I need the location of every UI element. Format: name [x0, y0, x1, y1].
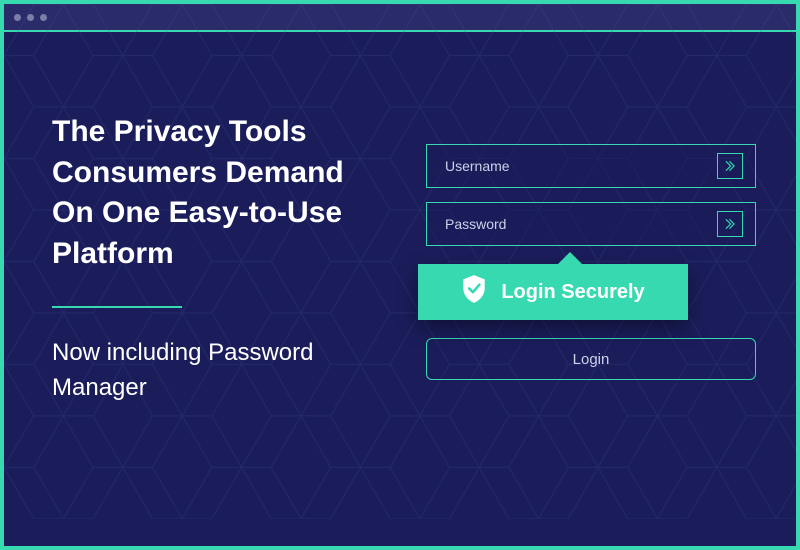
- window-dot: [27, 14, 34, 21]
- shield-check-icon: [461, 274, 487, 310]
- tooltip-label: Login Securely: [501, 281, 644, 304]
- window-dot: [40, 14, 47, 21]
- window-dot: [14, 14, 21, 21]
- username-field[interactable]: [426, 144, 756, 188]
- subheadline: Now including Password Manager: [52, 336, 352, 406]
- app-frame: The Privacy Tools Consumers Demand On On…: [0, 0, 800, 550]
- chevron-right-icon[interactable]: [717, 153, 743, 179]
- username-input[interactable]: [445, 158, 717, 174]
- divider: [52, 306, 182, 308]
- window: The Privacy Tools Consumers Demand On On…: [4, 4, 796, 546]
- login-button-label: Login: [573, 351, 610, 368]
- hero-copy: The Privacy Tools Consumers Demand On On…: [52, 72, 426, 506]
- login-panel: Login Securely Login: [426, 72, 756, 506]
- login-button[interactable]: Login: [426, 338, 756, 380]
- password-input[interactable]: [445, 216, 717, 232]
- titlebar: [4, 4, 796, 32]
- password-field[interactable]: [426, 202, 756, 246]
- content-area: The Privacy Tools Consumers Demand On On…: [4, 32, 796, 546]
- chevron-right-icon[interactable]: [717, 211, 743, 237]
- headline: The Privacy Tools Consumers Demand On On…: [52, 112, 392, 274]
- login-securely-tooltip[interactable]: Login Securely: [418, 264, 688, 320]
